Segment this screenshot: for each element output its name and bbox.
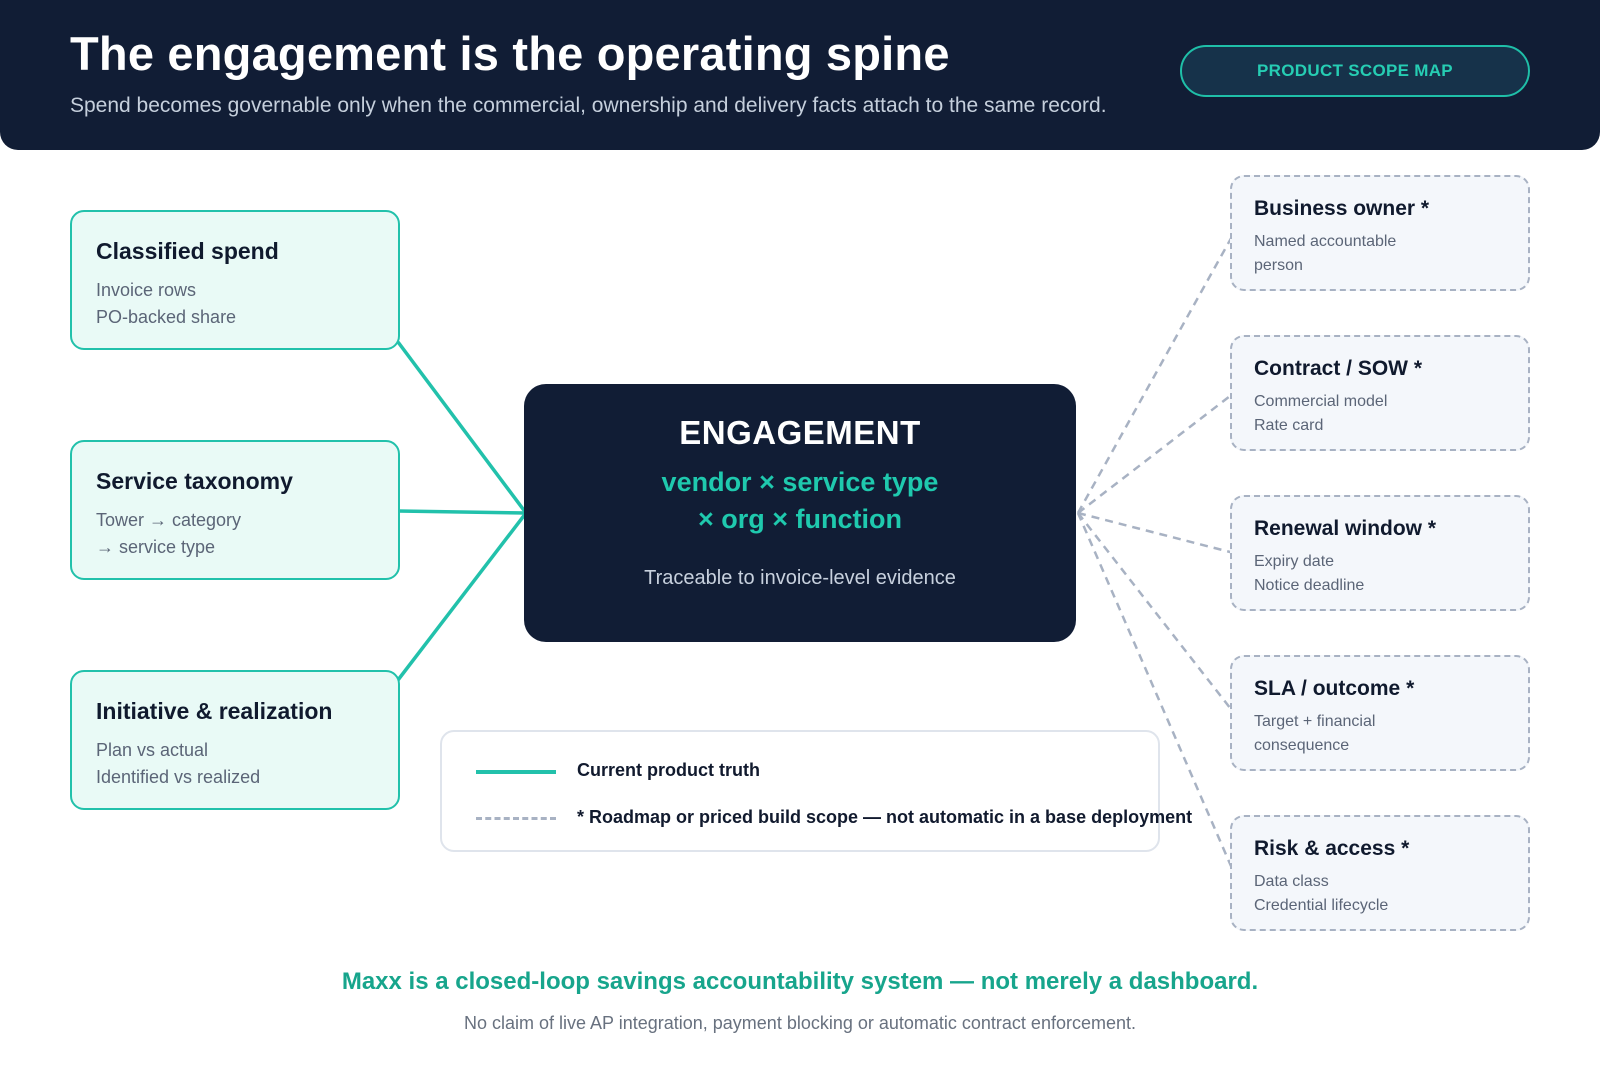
node-title: Initiative & realization xyxy=(96,698,333,724)
node-title: Risk & access * xyxy=(1254,837,1410,860)
node-line: consequence xyxy=(1254,737,1350,754)
node-line: Expiry date xyxy=(1254,553,1335,570)
node-service-taxonomy: Service taxonomy Tower → category → serv… xyxy=(70,440,400,580)
node-line: Credential lifecycle xyxy=(1254,897,1389,914)
node-line: Commercial model xyxy=(1254,393,1388,410)
engagement-hub: ENGAGEMENT vendor × service type × org ×… xyxy=(524,384,1076,642)
node-line: Target + financial xyxy=(1254,713,1376,730)
node-line: PO-backed share xyxy=(96,307,237,327)
node-title: Business owner * xyxy=(1254,197,1430,220)
node-title: Classified spend xyxy=(96,238,279,264)
link-initiative xyxy=(396,511,528,682)
link-contract-sow xyxy=(1077,392,1235,514)
link-classified-spend xyxy=(396,340,528,515)
node-title: SLA / outcome * xyxy=(1254,677,1415,700)
node-classified-spend: Classified spend Invoice rows PO-backed … xyxy=(70,210,400,350)
node-line: Tower → category xyxy=(96,510,242,530)
footer-headline: Maxx is a closed-loop savings accountabi… xyxy=(341,968,1259,995)
node-line: Rate card xyxy=(1254,417,1324,434)
footer-disclaimer: No claim of live AP integration, payment… xyxy=(463,1013,1136,1033)
node-business-owner: Business owner * Named accountable perso… xyxy=(1230,175,1530,291)
node-line: Invoice rows xyxy=(96,280,197,300)
link-business-owner xyxy=(1076,232,1236,514)
hub-dimension-line-2: × org × function xyxy=(697,504,902,534)
node-title: Service taxonomy xyxy=(96,468,293,494)
node-line: Data class xyxy=(1254,873,1329,890)
node-line: Notice deadline xyxy=(1254,577,1365,594)
node-sla-outcome: SLA / outcome * Target + financial conse… xyxy=(1230,655,1530,771)
legend-dashed-label: * Roadmap or priced build scope — not au… xyxy=(577,807,1193,827)
link-renewal-window xyxy=(1077,511,1235,555)
link-service-taxonomy xyxy=(397,509,527,515)
node-title: Contract / SOW * xyxy=(1254,357,1423,380)
hub-title: ENGAGEMENT xyxy=(679,414,921,451)
node-contract-sow: Contract / SOW * Commercial model Rate c… xyxy=(1230,335,1530,451)
link-sla-outcome xyxy=(1077,512,1235,714)
legend-solid-label: Current product truth xyxy=(577,760,760,780)
hub-subtitle: Traceable to invoice-level evidence xyxy=(644,567,956,589)
node-line: Named accountable xyxy=(1254,233,1397,250)
node-line: Plan vs actual xyxy=(96,740,209,760)
node-risk-access: Risk & access * Data class Credential li… xyxy=(1230,815,1530,931)
node-initiative-realization: Initiative & realization Plan vs actual … xyxy=(70,670,400,810)
legend: Current product truth * Roadmap or price… xyxy=(440,730,1192,852)
hub-dimension-line-1: vendor × service type xyxy=(661,467,939,497)
legend-solid-swatch xyxy=(476,770,556,774)
node-renewal-window: Renewal window * Expiry date Notice dead… xyxy=(1230,495,1530,611)
legend-dashed-swatch xyxy=(476,817,556,820)
node-title: Renewal window * xyxy=(1254,517,1437,540)
node-line: Identified vs realized xyxy=(96,767,261,787)
node-line: → service type xyxy=(96,537,216,557)
node-line: person xyxy=(1254,257,1303,274)
